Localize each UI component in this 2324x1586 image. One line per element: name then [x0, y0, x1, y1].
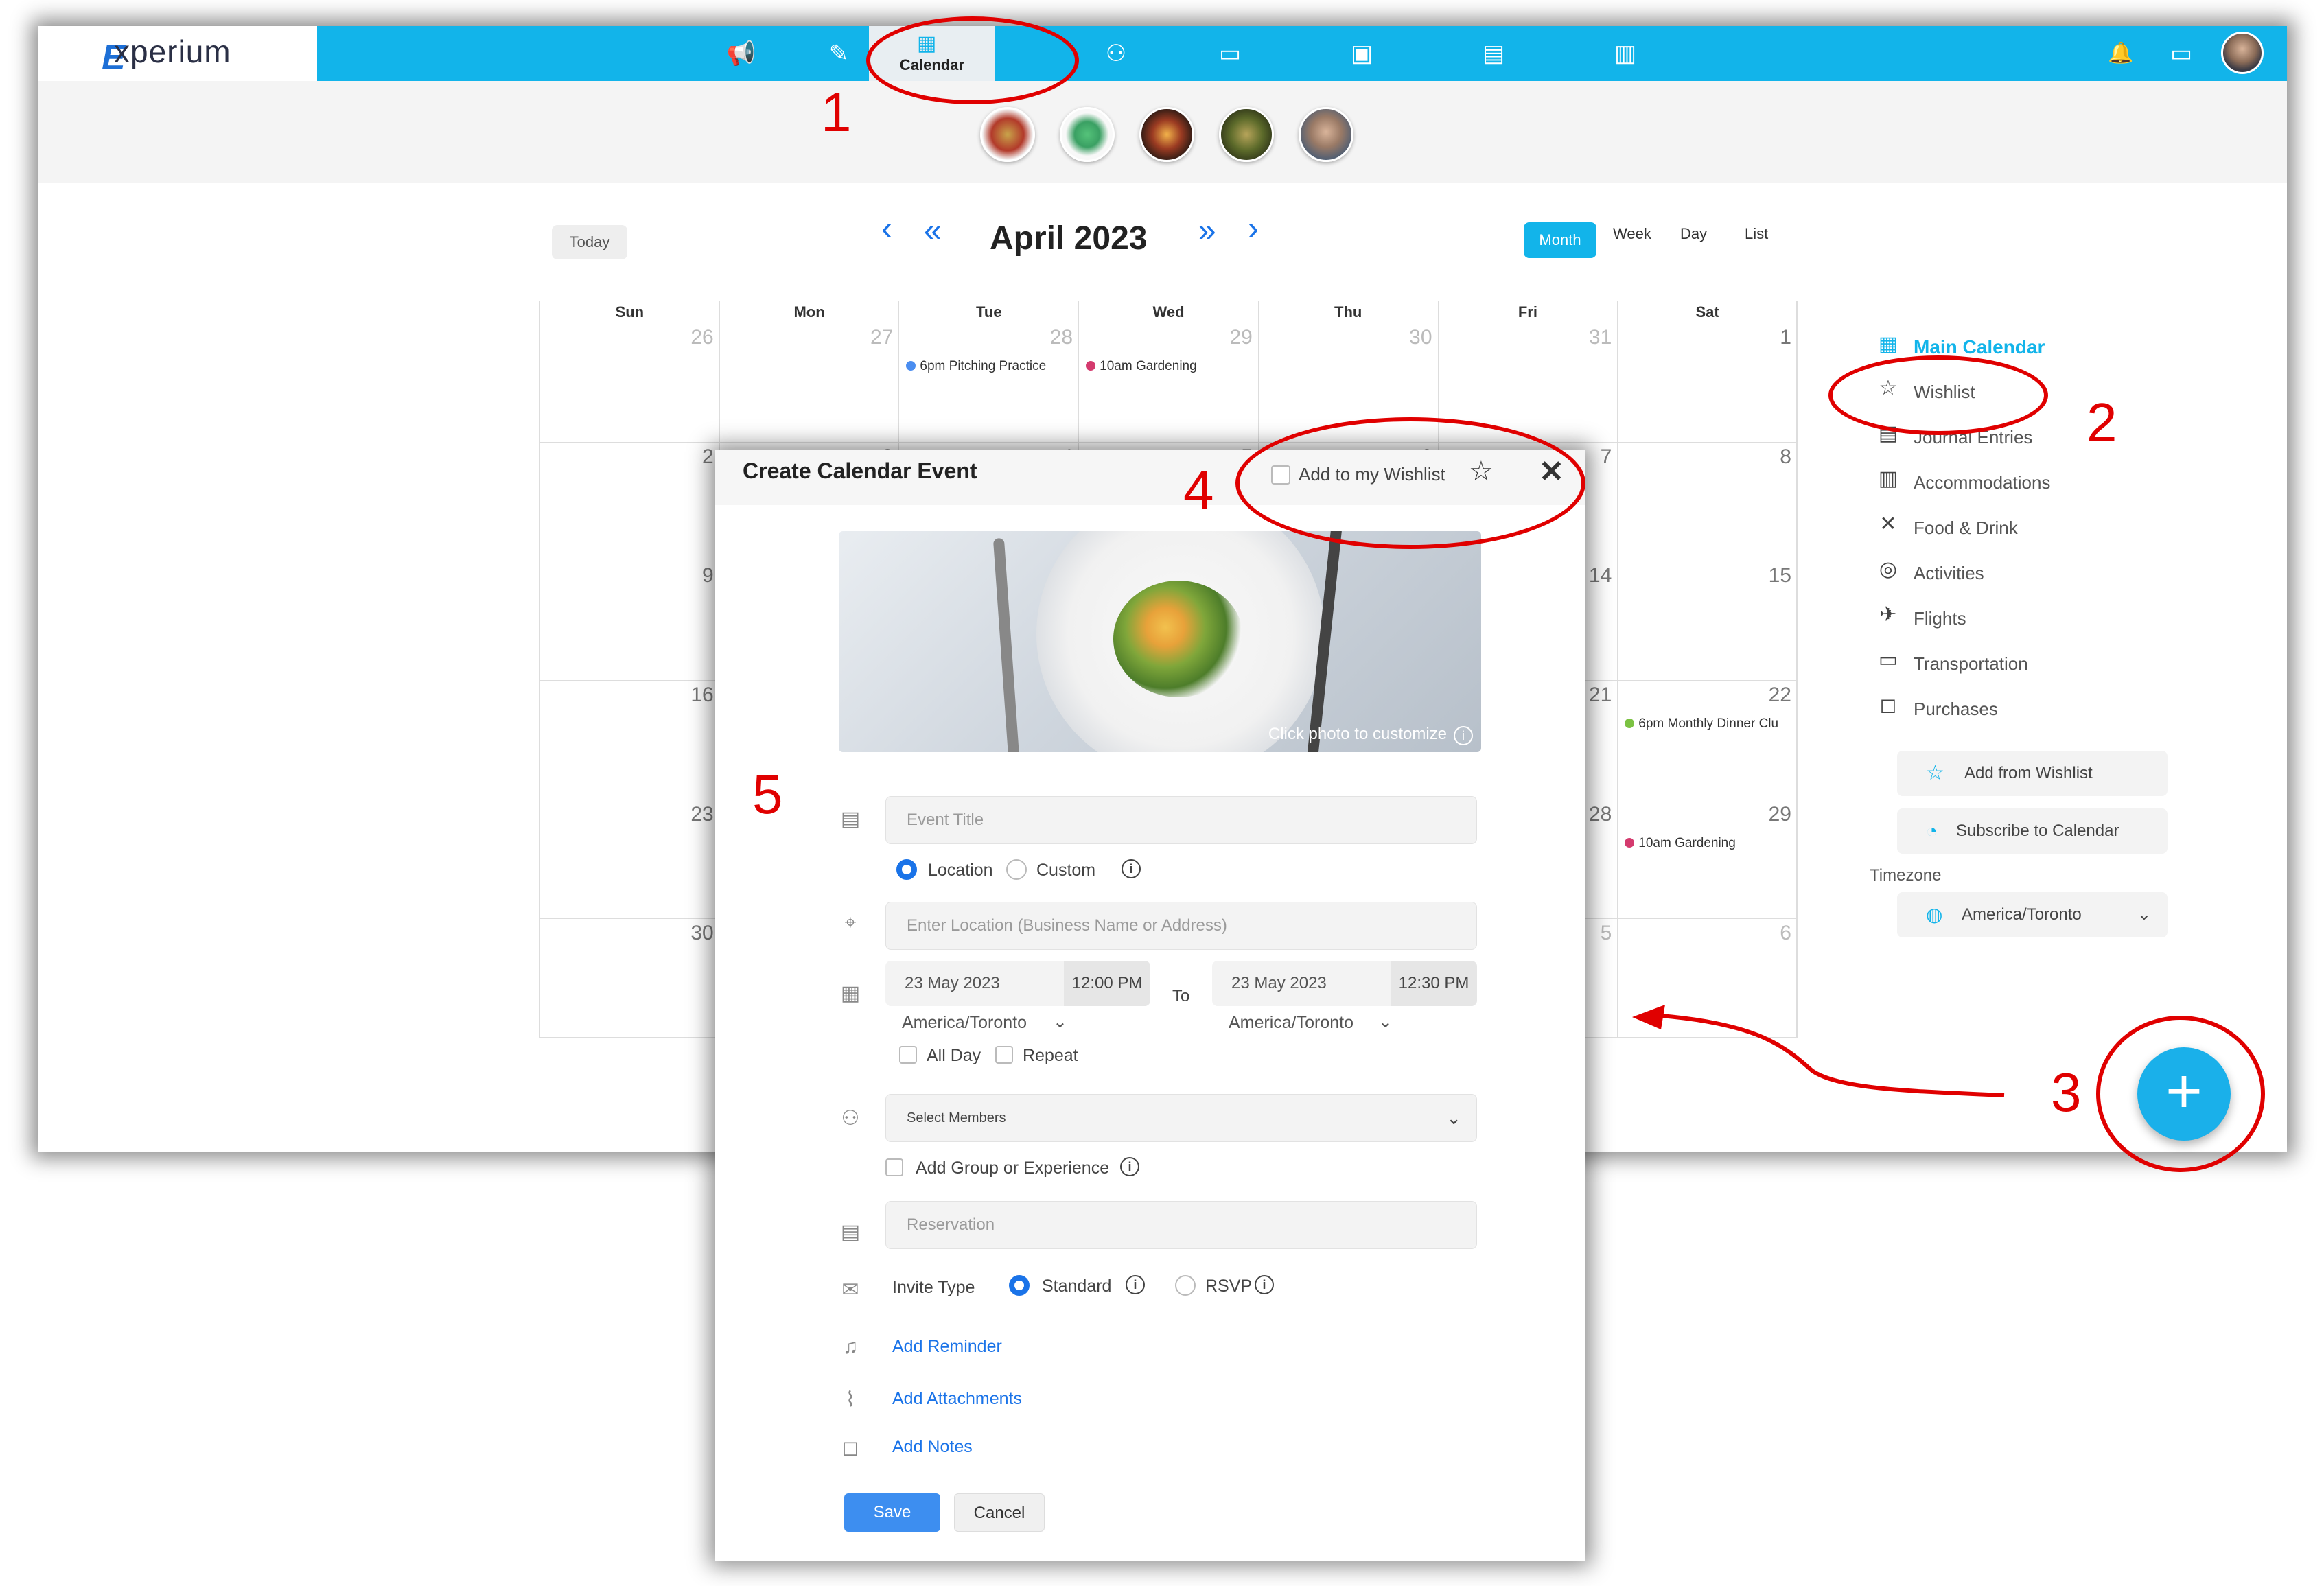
- annotation-arrow: [1632, 1005, 2005, 1097]
